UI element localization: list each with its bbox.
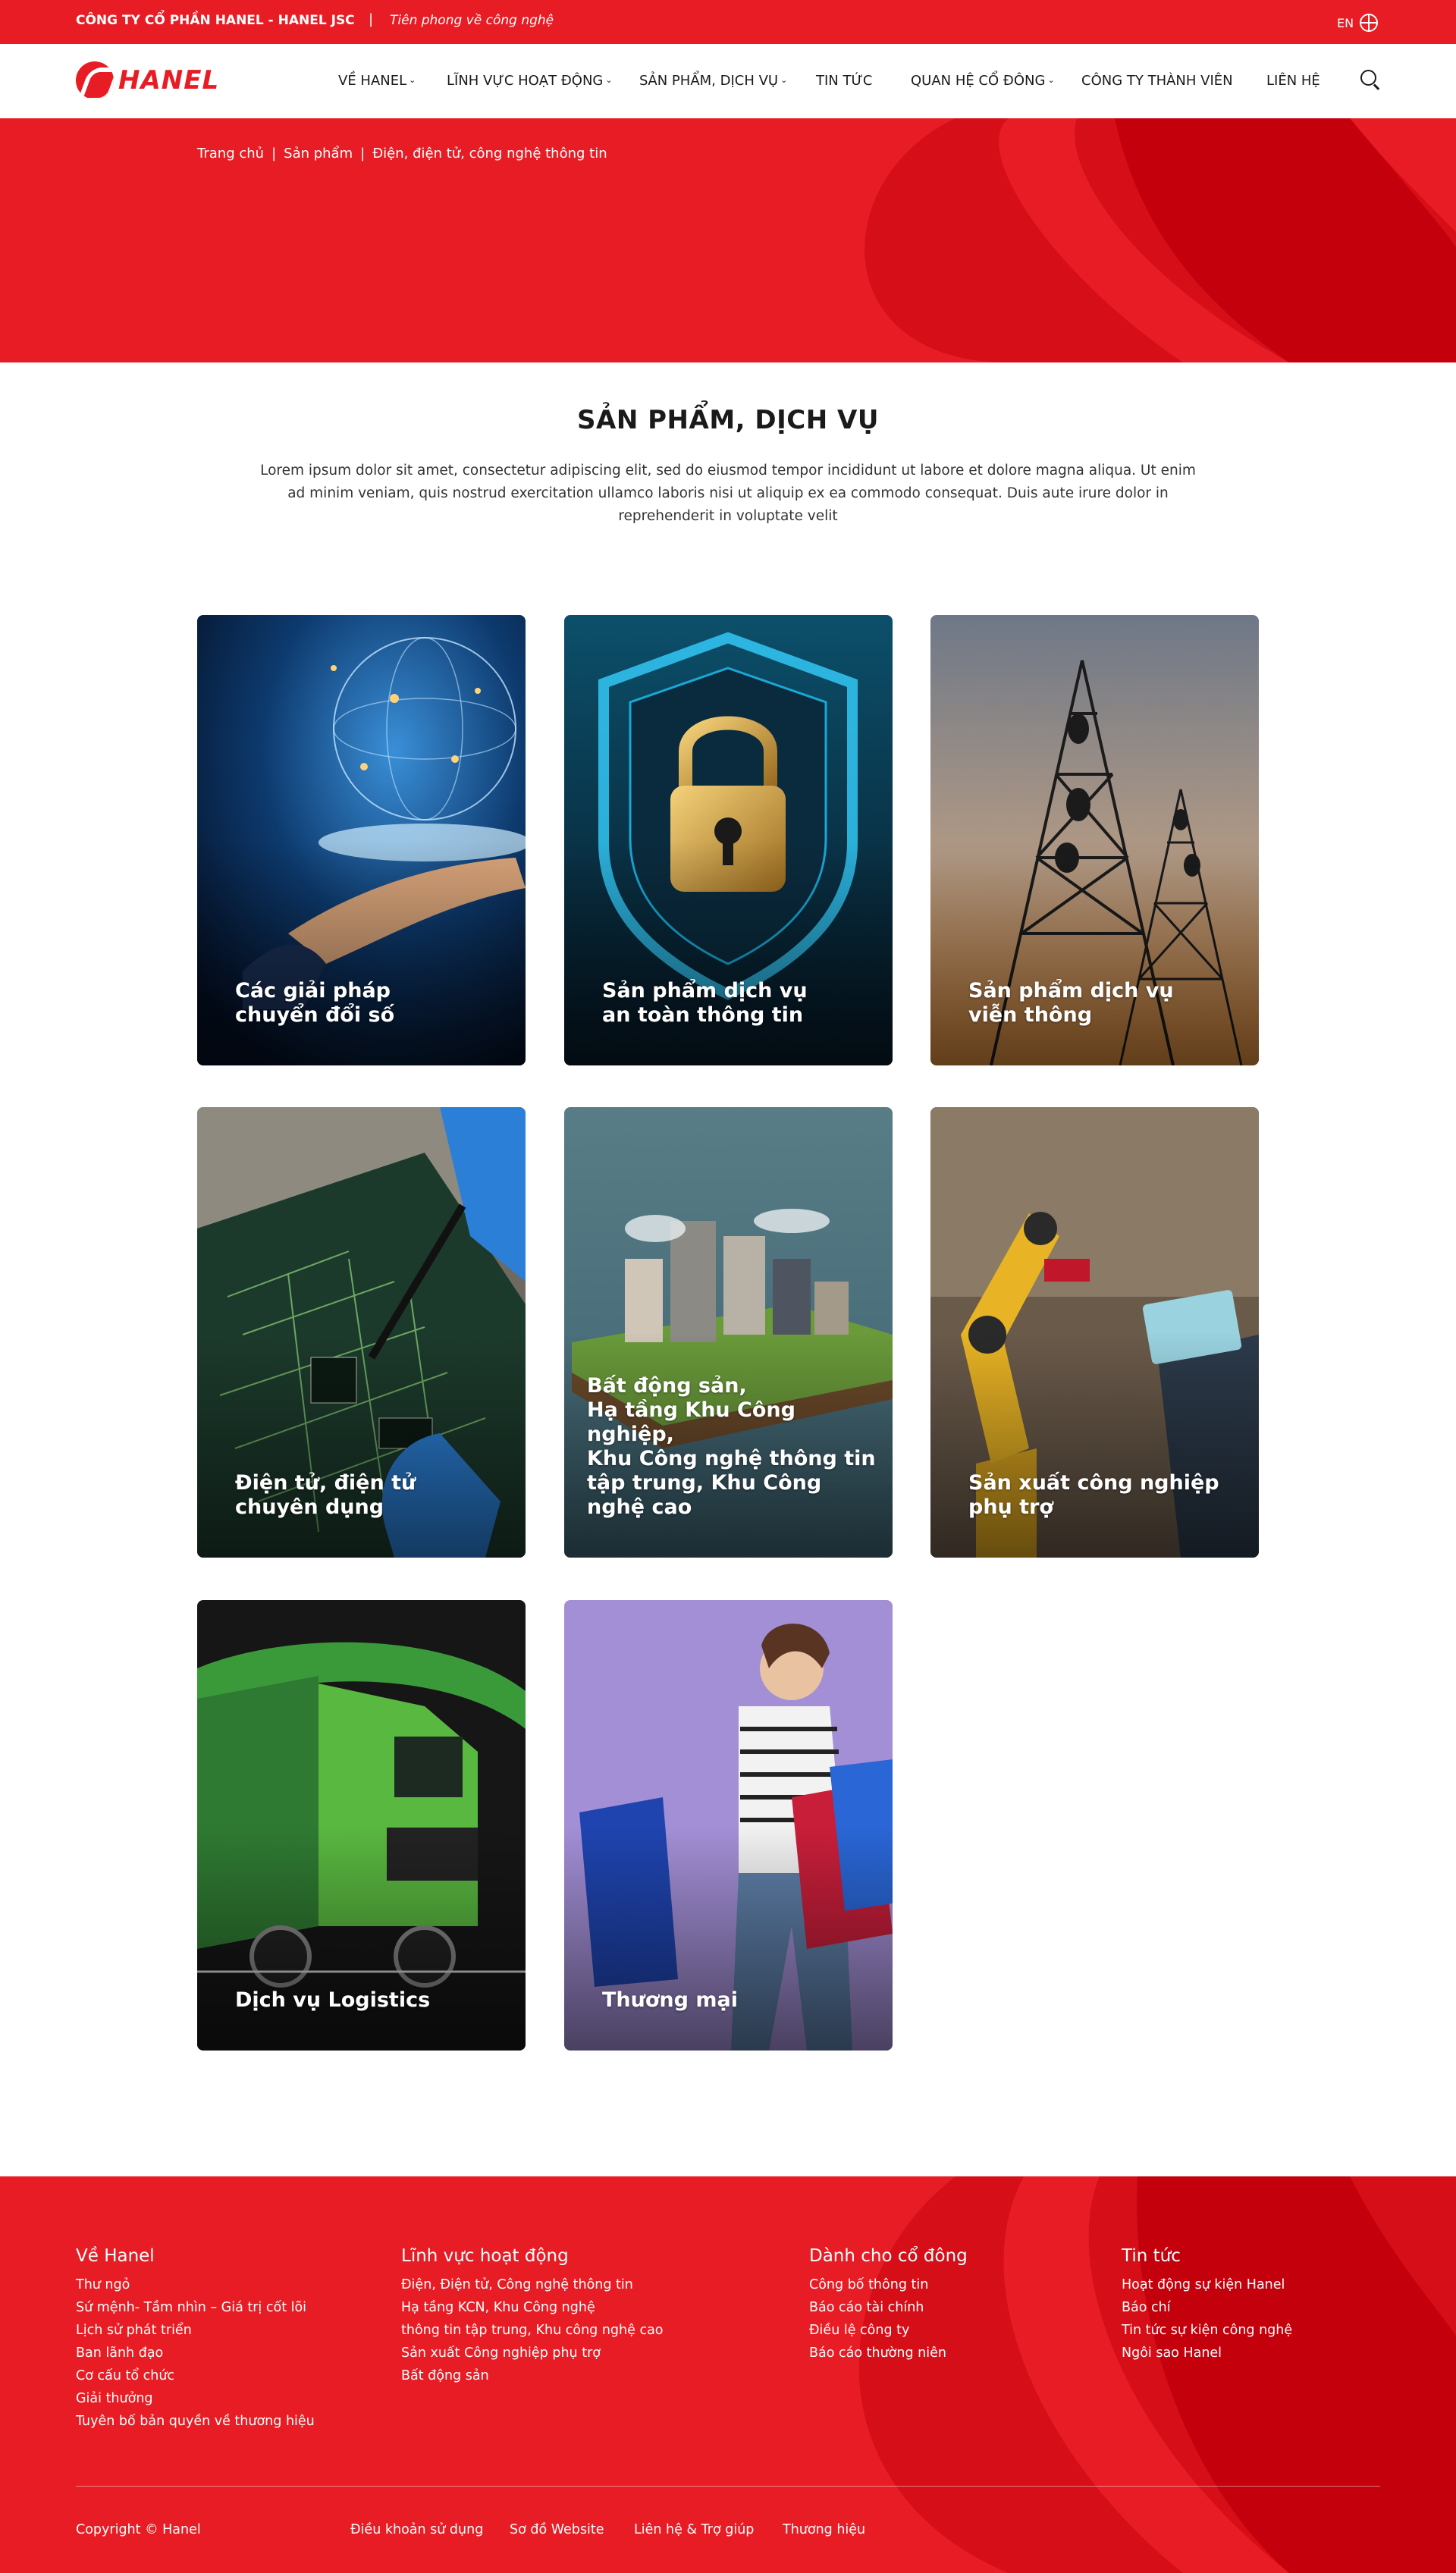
footer-link-brand[interactable]: Thương hiệu [783, 2522, 865, 2537]
nav-item-san-pham[interactable]: SẢN PHẨM, DỊCH VỤ ⌄ [639, 73, 787, 89]
company-tagline: Tiên phong về công nghệ [390, 13, 554, 28]
footer-link[interactable]: Sứ mệnh- Tầm nhìn – Giá trị cốt lõi [76, 2296, 315, 2319]
footer-link[interactable]: Sản xuất Công nghiệp phụ trợ [401, 2342, 664, 2364]
footer-link-help[interactable]: Liên hệ & Trợ giúp [634, 2522, 754, 2537]
nav-item-cong-ty-thanh-vien[interactable]: CÔNG TY THÀNH VIÊN [1081, 73, 1233, 89]
footer-column-linh-vuc: Lĩnh vực hoạt động Điện, Điện tử, Công n… [401, 2246, 664, 2387]
card-overlay [564, 1825, 893, 2051]
footer-link[interactable]: Thư ngỏ [76, 2273, 315, 2296]
site-footer: Về Hanel Thư ngỏ Sứ mệnh- Tầm nhìn – Giá… [0, 2176, 1456, 2573]
footer-link[interactable]: Công bố thông tin [809, 2273, 968, 2296]
chevron-down-icon: ⌄ [780, 75, 788, 85]
footer-link-terms[interactable]: Điều khoản sử dụng [350, 2522, 483, 2537]
footer-link[interactable]: Điều lệ công ty [809, 2319, 968, 2342]
footer-link[interactable]: Tin tức sự kiện công nghệ [1122, 2319, 1292, 2342]
footer-column-title: Lĩnh vực hoạt động [401, 2246, 569, 2266]
card-title: Sản xuất công nghiệp phụ trợ [968, 1471, 1219, 1519]
breadcrumb-separator: | [271, 146, 277, 162]
card-title: Sản phẩm dịch vụ viễn thông [968, 979, 1174, 1027]
language-label[interactable]: EN [1337, 16, 1354, 30]
card-overlay [197, 840, 526, 1065]
product-card-information-security[interactable]: Sản phẩm dịch vụ an toàn thông tin [564, 615, 893, 1065]
footer-link[interactable]: Báo cáo thường niên [809, 2342, 968, 2364]
footer-link-sitemap[interactable]: Sơ đồ Website [510, 2522, 604, 2537]
nav-item-label: QUAN HỆ CỔ ĐÔNG [911, 73, 1046, 89]
card-title: Điện tử, điện tử chuyên dụng [235, 1471, 416, 1519]
footer-link[interactable]: Bất động sản [401, 2364, 664, 2387]
product-card-supporting-industry[interactable]: Sản xuất công nghiệp phụ trợ [930, 1107, 1259, 1558]
footer-divider [76, 2486, 1380, 2487]
chevron-down-icon: ⌄ [1047, 75, 1055, 85]
footer-link[interactable]: Hạ tầng KCN, Khu Công nghệ [401, 2296, 664, 2319]
chevron-down-icon: ⌄ [605, 75, 613, 85]
card-title: Thương mại [602, 1988, 738, 2012]
topbar-separator: | [369, 11, 374, 27]
product-card-telecom[interactable]: Sản phẩm dịch vụ viễn thông [930, 615, 1259, 1065]
footer-link[interactable]: Điện, Điện tử, Công nghệ thông tin [401, 2273, 664, 2296]
search-button[interactable] [1360, 70, 1380, 90]
card-overlay [197, 1825, 526, 2051]
chevron-down-icon: ⌄ [409, 75, 416, 85]
intro-text: Lorem ipsum dolor sit amet, consectetur … [260, 463, 1196, 524]
nav-item-label: LIÊN HỆ [1266, 73, 1320, 89]
company-name: CÔNG TY CỔ PHẦN HANEL - HANEL JSC [76, 13, 355, 28]
footer-column-title: Tin tức [1122, 2246, 1181, 2266]
nav-item-linh-vuc[interactable]: LĨNH VỰC HOẠT ĐỘNG ⌄ [447, 73, 613, 89]
product-card-real-estate[interactable]: Bất động sản, Hạ tầng Khu Công nghiệp, K… [564, 1107, 893, 1558]
footer-link[interactable]: Ban lãnh đạo [76, 2342, 315, 2364]
footer-link[interactable]: Giải thưởng [76, 2387, 315, 2410]
nav-item-ve-hanel[interactable]: VỀ HANEL ⌄ [338, 73, 416, 89]
card-title: Dịch vụ Logistics [235, 1988, 431, 2012]
footer-column-ve-hanel: Về Hanel Thư ngỏ Sứ mệnh- Tầm nhìn – Giá… [76, 2246, 315, 2433]
footer-link[interactable]: Cơ cấu tổ chức [76, 2364, 315, 2387]
footer-link[interactable]: Báo chí [1122, 2296, 1292, 2319]
card-overlay [930, 1332, 1259, 1558]
card-title: Bất động sản, Hạ tầng Khu Công nghiệp, K… [587, 1374, 876, 1519]
breadcrumb-separator: | [360, 146, 366, 162]
product-card-logistics[interactable]: Dịch vụ Logistics [197, 1600, 526, 2051]
hero-banner: Trang chủ | Sản phẩm | Điện, điện tử, cô… [0, 118, 1456, 362]
nav-item-quan-he-co-dong[interactable]: QUAN HỆ CỔ ĐÔNG ⌄ [911, 73, 1055, 89]
nav-item-label: LĨNH VỰC HOẠT ĐỘNG [447, 73, 604, 89]
card-overlay [197, 1332, 526, 1558]
product-card-digital-transformation[interactable]: Các giải pháp chuyển đổi số [197, 615, 526, 1065]
footer-column-title: Dành cho cổ đông [809, 2246, 968, 2266]
search-icon-handle [1373, 83, 1380, 90]
nav-item-label: SẢN PHẨM, DỊCH VỤ [639, 73, 779, 89]
page-title: SẢN PHẨM, DỊCH VỤ [577, 405, 879, 435]
breadcrumb-products[interactable]: Sản phẩm [284, 146, 353, 162]
copyright: Copyright © Hanel [76, 2522, 201, 2537]
nav-item-label: CÔNG TY THÀNH VIÊN [1081, 73, 1233, 89]
language-switcher[interactable]: EN [1337, 14, 1379, 32]
card-overlay [930, 840, 1259, 1065]
footer-column-title: Về Hanel [76, 2246, 155, 2266]
nav-menu: VỀ HANEL ⌄ LĨNH VỰC HOẠT ĐỘNG ⌄ SẢN PHẨM, … [0, 73, 1456, 91]
nav-item-label: VỀ HANEL [338, 73, 407, 89]
footer-link[interactable]: Lịch sử phát triển [76, 2319, 315, 2342]
footer-link[interactable]: Tuyên bố bản quyền về thương hiệu [76, 2410, 315, 2433]
card-title: Các giải pháp chuyển đổi số [235, 979, 395, 1027]
footer-link[interactable]: Hoạt động sự kiện Hanel [1122, 2273, 1292, 2296]
footer-link[interactable]: Báo cáo tài chính [809, 2296, 968, 2319]
main-navigation: HANEL VỀ HANEL ⌄ LĨNH VỰC HOẠT ĐỘNG ⌄ SẢN … [0, 44, 1456, 118]
breadcrumb-current: Điện, điện tử, công nghệ thông tin [372, 146, 607, 162]
card-title: Sản phẩm dịch vụ an toàn thông tin [602, 979, 808, 1027]
top-bar: CÔNG TY CỔ PHẦN HANEL - HANEL JSC | Tiên… [0, 0, 1456, 44]
globe-icon[interactable] [1360, 14, 1379, 32]
footer-link[interactable]: Ngôi sao Hanel [1122, 2342, 1292, 2364]
footer-column-co-dong: Dành cho cổ đông Công bố thông tin Báo c… [809, 2246, 968, 2364]
breadcrumb-home[interactable]: Trang chủ [197, 146, 264, 162]
nav-item-tin-tuc[interactable]: TIN TỨC [816, 73, 873, 89]
nav-item-label: TIN TỨC [816, 73, 873, 89]
footer-column-tin-tuc: Tin tức Hoạt động sự kiện Hanel Báo chí … [1122, 2246, 1292, 2364]
card-overlay [564, 840, 893, 1065]
product-card-electronics[interactable]: Điện tử, điện tử chuyên dụng [197, 1107, 526, 1558]
nav-item-lien-he[interactable]: LIÊN HỆ [1266, 73, 1320, 89]
footer-link[interactable]: thông tin tập trung, Khu công nghệ cao [401, 2319, 664, 2342]
product-card-commerce[interactable]: Thương mại [564, 1600, 893, 2051]
breadcrumb: Trang chủ | Sản phẩm | Điện, điện tử, cô… [197, 146, 607, 162]
